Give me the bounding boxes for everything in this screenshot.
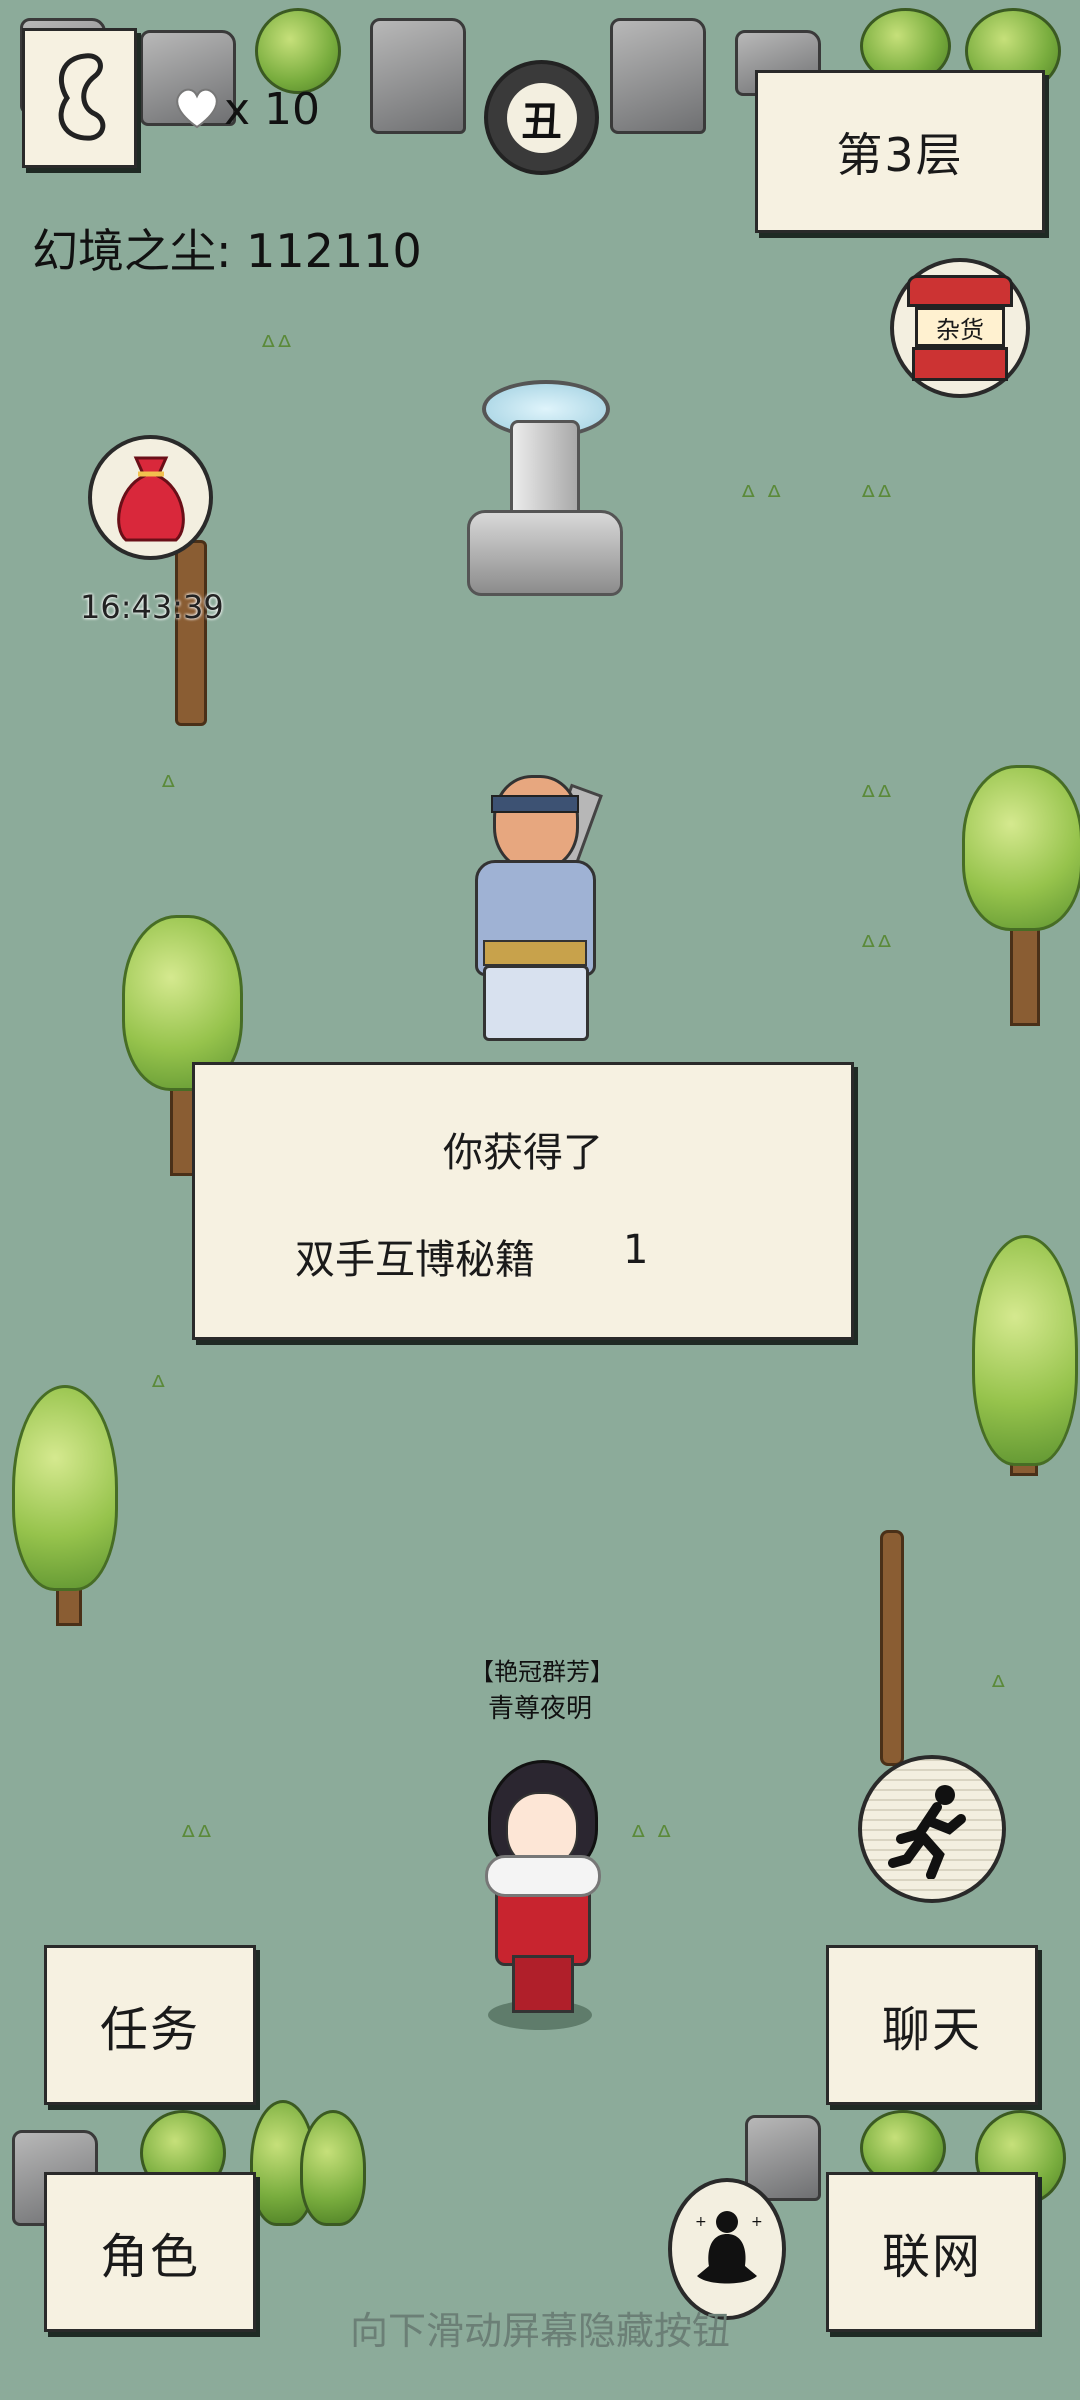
enemy-head	[493, 775, 579, 871]
meditating-figure-icon: + +	[695, 2211, 763, 2284]
shop-door	[912, 347, 1008, 381]
player-legs	[512, 1955, 574, 2013]
run-icon[interactable]	[858, 1755, 1006, 1903]
grass: ᐞ	[150, 1370, 167, 1405]
running-figure-icon	[888, 1785, 966, 1879]
lucky-bag-icon[interactable]	[88, 435, 213, 560]
svg-text:+: +	[695, 2214, 707, 2230]
player-character[interactable]	[470, 1760, 610, 2040]
shop-icon[interactable]: 杂货	[890, 258, 1030, 398]
bare-tree	[880, 1530, 904, 1766]
bush	[300, 2110, 366, 2226]
chat-button[interactable]: 聊天	[826, 1945, 1038, 2105]
quest-button[interactable]: 任务	[44, 1945, 256, 2105]
round-badge-inner: 丑	[506, 82, 577, 153]
shop-sign: 杂货	[915, 307, 1005, 347]
heart-icon	[176, 88, 218, 129]
grass: ᐞᐞ	[860, 780, 893, 815]
player-name: 青尊夜明	[487, 1694, 592, 1724]
footer-hint: 向下滑动屏幕隐藏按钮	[349, 2309, 730, 2353]
tree	[972, 1235, 1078, 1466]
back-icon	[58, 53, 105, 141]
reward-dialog: 你获得了 双手互博秘籍 1	[192, 1062, 854, 1340]
stone-fountain[interactable]	[462, 380, 623, 596]
enemy-character[interactable]	[445, 765, 615, 1045]
tree-trunk	[175, 540, 207, 726]
reward-item-count: 1	[623, 1227, 649, 1273]
player-fur-collar	[485, 1855, 601, 1897]
shop-roof	[907, 275, 1013, 307]
grass: ᐞ	[160, 770, 177, 805]
currency-label: 幻境之尘: 112110	[32, 224, 422, 278]
grass: ᐞ ᐞ	[630, 1820, 673, 1855]
grass: ᐞᐞ	[260, 330, 293, 365]
reward-dialog-title: 你获得了	[443, 1130, 603, 1176]
svg-text:+: +	[751, 2214, 763, 2230]
meditate-icon[interactable]: + +	[668, 2178, 786, 2320]
floor-indicator: 第3层	[755, 70, 1045, 233]
lucky-bag-timer: 16:43:39	[80, 588, 224, 626]
grass: ᐞᐞ	[180, 1820, 213, 1855]
grass: ᐞ	[990, 1670, 1007, 1705]
reward-item-name: 双手互博秘籍	[295, 1237, 535, 1283]
round-badge: 丑	[484, 60, 599, 175]
lives-count: x 10	[224, 84, 321, 135]
rock	[370, 18, 466, 134]
grass: ᐞᐞ	[860, 480, 893, 515]
red-bag-icon	[116, 456, 185, 541]
tree	[12, 1385, 118, 1591]
enemy-belt	[483, 940, 587, 966]
rock	[610, 18, 706, 134]
back-button[interactable]	[22, 28, 137, 168]
grass: ᐞᐞ	[860, 930, 893, 965]
enemy-legs	[483, 965, 589, 1041]
tree	[962, 765, 1080, 931]
enemy-headband	[491, 795, 579, 813]
fountain-base	[467, 510, 623, 596]
bush	[255, 8, 341, 94]
grass: ᐞ ᐞ	[740, 480, 783, 515]
player-title: 【艳冠群芳】	[470, 1658, 614, 1686]
